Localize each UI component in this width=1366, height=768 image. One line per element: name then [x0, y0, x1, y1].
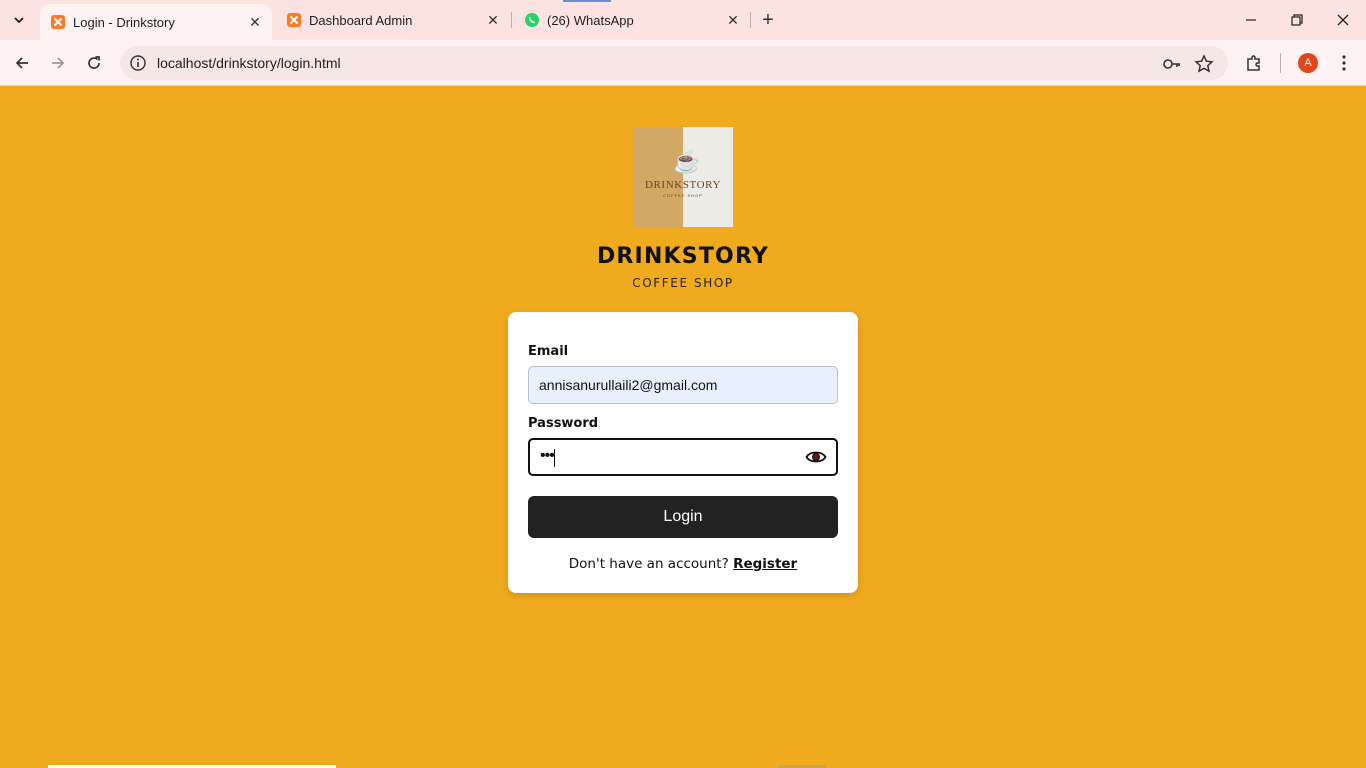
arrow-right-icon	[52, 57, 65, 69]
browser-toolbar: localhost/drinkstory/login.html	[0, 40, 1366, 86]
info-icon[interactable]	[129, 54, 147, 72]
xampp-icon	[51, 15, 65, 29]
forward-button[interactable]	[46, 51, 70, 75]
text-caret	[554, 449, 555, 467]
restore-icon	[1291, 14, 1303, 26]
password-label: Password	[528, 416, 599, 431]
close-icon	[1337, 14, 1349, 26]
plus-icon: +	[762, 8, 774, 31]
tab-title: Login - Drinkstory	[73, 14, 175, 30]
back-button[interactable]	[10, 51, 34, 75]
email-label: Email	[528, 344, 569, 359]
tab-whatsapp[interactable]: (26) WhatsApp ✕	[514, 0, 750, 40]
address-bar[interactable]: localhost/drinkstory/login.html	[120, 46, 1228, 80]
tab-strip: Login - Drinkstory ✕ Dashboard Admin ✕ (…	[0, 0, 1366, 40]
star-icon[interactable]	[1194, 54, 1214, 74]
more-vertical-icon	[1342, 55, 1346, 71]
logo-name: DRINKSTORY	[644, 179, 722, 191]
tab-dashboard-admin[interactable]: Dashboard Admin ✕	[276, 0, 510, 40]
password-field[interactable]: •••	[528, 438, 838, 476]
tab-search-button[interactable]	[6, 7, 32, 33]
tab-login[interactable]: Login - Drinkstory ✕	[40, 4, 272, 40]
page-title: DRINKSTORY	[596, 244, 770, 269]
minimize-icon	[1246, 19, 1256, 21]
coffee-cup-icon: ☕	[673, 149, 701, 174]
close-window-button[interactable]	[1331, 8, 1355, 32]
close-icon[interactable]: ✕	[726, 12, 740, 28]
restore-button[interactable]	[1285, 8, 1309, 32]
tab-title: Dashboard Admin	[309, 12, 413, 28]
minimize-button[interactable]	[1239, 8, 1263, 32]
login-card: Email annisanurullaili2@gmail.com Passwo…	[508, 312, 858, 593]
register-link[interactable]: Register	[733, 556, 797, 572]
email-field[interactable]: annisanurullaili2@gmail.com	[528, 366, 838, 404]
page-subtitle: COFFEE SHOP	[632, 276, 734, 290]
login-button[interactable]: Login	[528, 496, 838, 538]
register-text: Don't have an account?	[568, 556, 729, 572]
new-tab-button[interactable]: +	[756, 8, 780, 32]
xampp-icon	[287, 13, 301, 27]
tab-title: (26) WhatsApp	[547, 12, 634, 28]
eye-icon[interactable]	[805, 447, 827, 467]
url-text[interactable]: localhost/drinkstory/login.html	[157, 55, 341, 71]
password-value: •••	[540, 447, 555, 464]
email-value: annisanurullaili2@gmail.com	[539, 377, 718, 393]
chevron-down-icon	[14, 17, 24, 24]
key-icon[interactable]	[1162, 54, 1182, 74]
toolbar-divider	[1280, 53, 1281, 73]
brand-logo: ☕ DRINKSTORY COFFEE SHOP	[633, 127, 733, 227]
reload-icon	[88, 56, 100, 69]
tab-separator	[750, 12, 751, 28]
register-prompt: Don't have an account? Register	[508, 556, 858, 572]
extensions-button[interactable]	[1242, 51, 1266, 75]
profile-avatar[interactable]: A	[1298, 53, 1318, 73]
browser-menu-button[interactable]	[1332, 51, 1356, 75]
arrow-left-icon	[15, 57, 28, 69]
reload-button[interactable]	[82, 51, 106, 75]
whatsapp-icon	[525, 13, 539, 27]
puzzle-icon	[1247, 55, 1260, 71]
tab-separator	[511, 12, 512, 28]
close-icon[interactable]: ✕	[248, 14, 262, 30]
close-icon[interactable]: ✕	[486, 12, 500, 28]
logo-subtitle: COFFEE SHOP	[663, 193, 703, 198]
